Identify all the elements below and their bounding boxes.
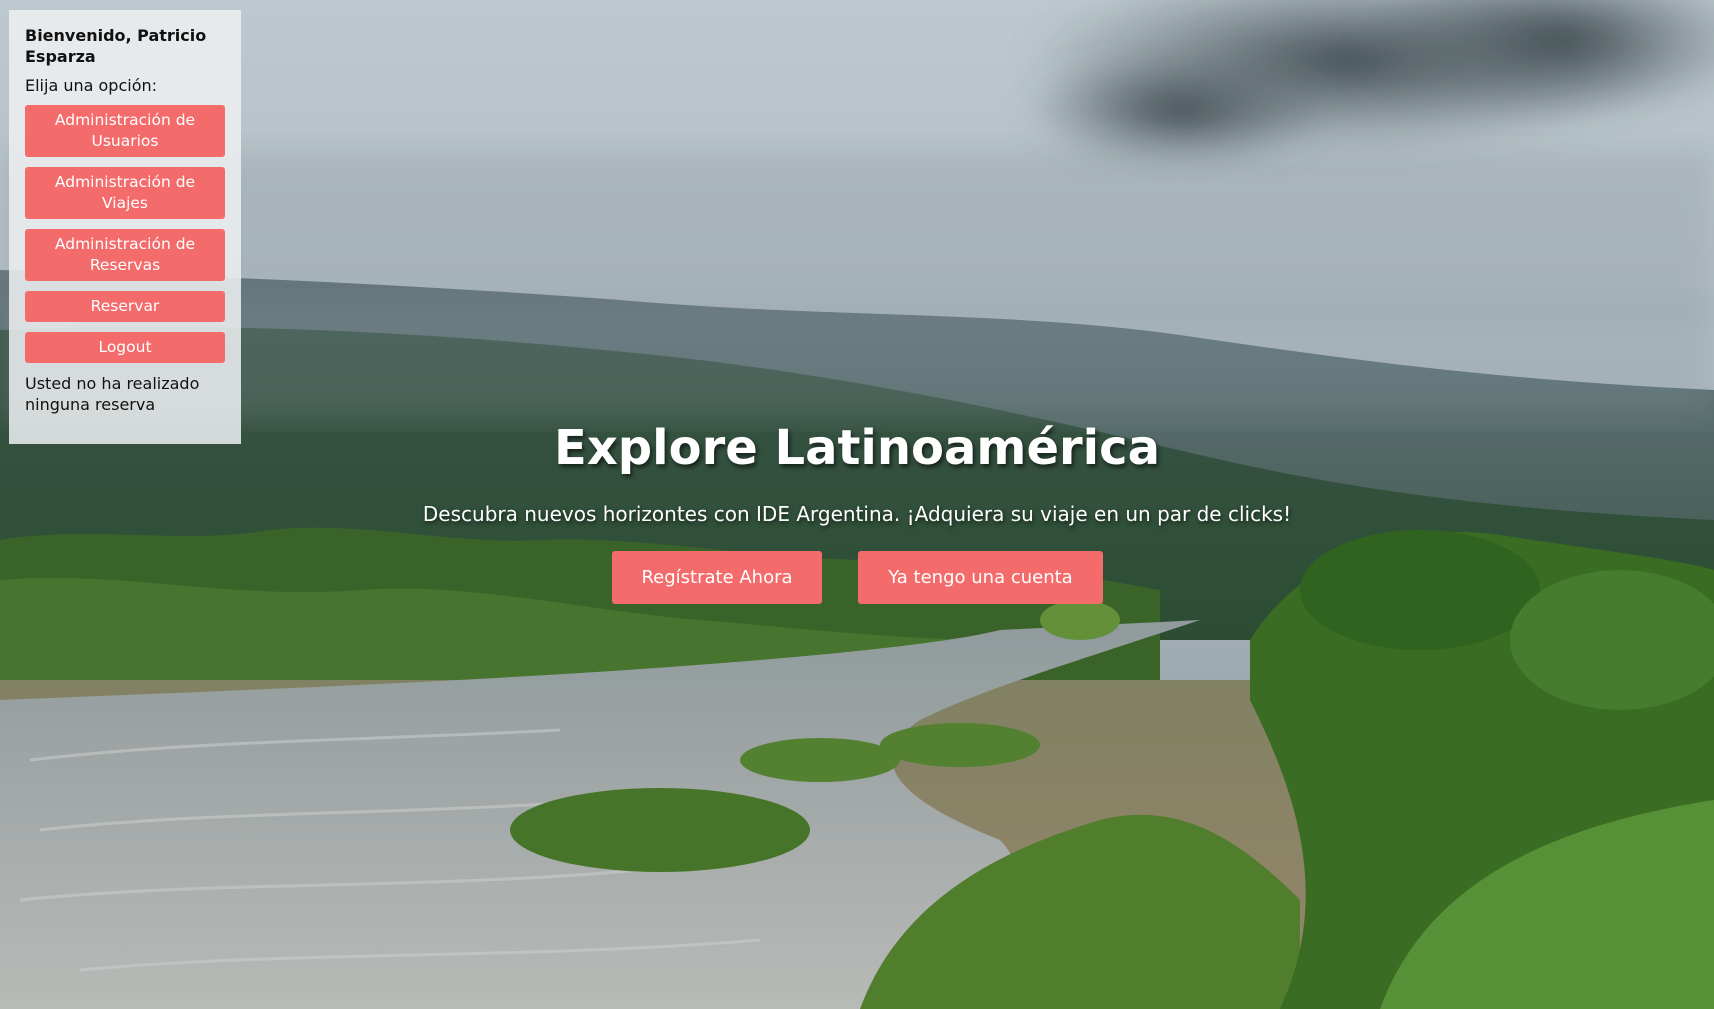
reservation-status: Usted no ha realizado ninguna reserva bbox=[25, 374, 200, 414]
hero-subtitle: Descubra nuevos horizontes con IDE Argen… bbox=[422, 502, 1292, 526]
reserve-button[interactable]: Reservar bbox=[25, 291, 225, 322]
hero-title: Explore Latinoamérica bbox=[554, 420, 1160, 476]
reservations-admin-button[interactable]: Administración de Reservas bbox=[25, 229, 225, 281]
option-prompt: Elija una opción: bbox=[25, 76, 158, 95]
welcome-message: Bienvenido, Patricio Esparza bbox=[25, 26, 207, 66]
register-button[interactable]: Regístrate Ahora bbox=[612, 551, 822, 604]
user-panel: Bienvenido, Patricio Esparza Elija una o… bbox=[9, 10, 241, 444]
logout-button[interactable]: Logout bbox=[25, 332, 225, 363]
login-button[interactable]: Ya tengo una cuenta bbox=[858, 551, 1103, 604]
trips-admin-button[interactable]: Administración de Viajes bbox=[25, 167, 225, 219]
users-admin-button[interactable]: Administración de Usuarios bbox=[25, 105, 225, 157]
